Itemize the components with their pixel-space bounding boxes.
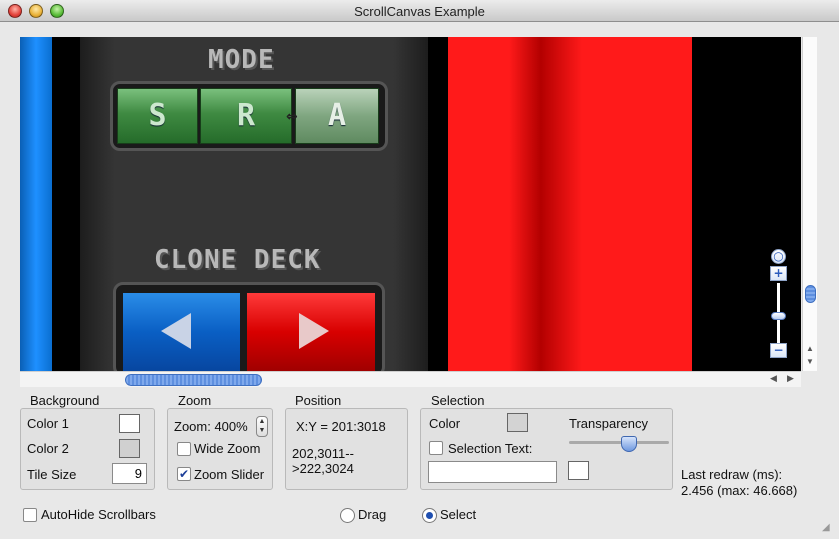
- blue-strip: [20, 37, 52, 371]
- selection-text-input[interactable]: [428, 461, 557, 483]
- position-range-line1: 202,3011--: [292, 446, 354, 461]
- zoom-stepper[interactable]: ▲ ▼: [256, 416, 268, 437]
- position-range-line2: >222,3024: [292, 461, 354, 476]
- transparency-slider-track[interactable]: [569, 441, 669, 444]
- resize-cursor-icon: ⇔: [286, 109, 298, 125]
- zoom-slider-label: Zoom Slider: [194, 467, 265, 482]
- tile-size-label: Tile Size: [27, 467, 77, 482]
- clone-left-button[interactable]: [123, 293, 240, 371]
- tile-size-input[interactable]: [112, 463, 147, 484]
- color1-swatch[interactable]: [119, 414, 140, 433]
- red-panel: [448, 37, 692, 371]
- autohide-scrollbars-label: AutoHide Scrollbars: [41, 507, 156, 522]
- last-redraw-label: Last redraw (ms):: [681, 467, 783, 482]
- clone-right-button[interactable]: [247, 293, 375, 371]
- wide-zoom-checkbox[interactable]: [177, 442, 191, 456]
- arrow-right-icon: [299, 313, 329, 349]
- color2-swatch[interactable]: [119, 439, 140, 458]
- autohide-scrollbars-checkbox[interactable]: [23, 508, 37, 522]
- scroll-canvas[interactable]: MODE S R A ⇔ CLONE DECK ○ + −: [20, 37, 801, 371]
- selection-text-checkbox[interactable]: [429, 441, 443, 455]
- selection-color-label: Color: [429, 416, 461, 431]
- drag-label: Drag: [358, 507, 387, 522]
- selection-text-label: Selection Text:: [448, 441, 533, 456]
- scroll-left-arrow-icon[interactable]: ◀: [770, 373, 777, 384]
- vertical-scrollbar[interactable]: ▲ ▼: [802, 37, 817, 371]
- scroll-right-arrow-icon[interactable]: ▶: [787, 373, 794, 384]
- clone-deck-label: CLONE DECK: [154, 245, 321, 275]
- horizontal-scrollbar[interactable]: ◀ ▶: [20, 371, 801, 387]
- position-group-title: Position: [295, 393, 342, 408]
- mode-a-button[interactable]: A: [295, 88, 379, 144]
- selection-group-title: Selection: [431, 393, 485, 408]
- zoom-group-title: Zoom: [178, 393, 212, 408]
- horizontal-scroll-thumb[interactable]: [125, 374, 262, 386]
- color2-label: Color 2: [27, 441, 69, 456]
- arrow-left-icon: [161, 313, 191, 349]
- wide-zoom-label: Wide Zoom: [194, 441, 261, 456]
- zoom-out-button[interactable]: −: [770, 343, 787, 358]
- background-group-title: Background: [30, 393, 100, 408]
- zoom-slider-knob[interactable]: [771, 312, 786, 320]
- mode-r-button[interactable]: R: [200, 88, 292, 144]
- transparency-slider-knob[interactable]: [621, 436, 637, 452]
- color1-label: Color 1: [27, 416, 69, 431]
- scroll-down-arrow-icon[interactable]: ▼: [806, 357, 814, 366]
- position-xy: X:Y = 201:3018: [296, 419, 386, 434]
- select-radio[interactable]: [422, 508, 437, 523]
- selection-text-color-swatch[interactable]: [568, 461, 589, 480]
- drag-radio[interactable]: [340, 508, 355, 523]
- vertical-scroll-thumb[interactable]: [805, 285, 816, 303]
- mode-label: MODE: [208, 45, 275, 75]
- scroll-up-arrow-icon[interactable]: ▲: [806, 344, 814, 353]
- transparency-label: Transparency: [569, 416, 648, 431]
- select-label: Select: [440, 507, 477, 522]
- zoom-reset-button[interactable]: ○: [771, 249, 786, 264]
- last-redraw-value: 2.456 (max: 46.668): [681, 483, 798, 498]
- selection-color-swatch[interactable]: [507, 413, 528, 432]
- resize-grip-icon[interactable]: ◢: [822, 522, 830, 533]
- zoom-in-button[interactable]: +: [770, 266, 787, 281]
- zoom-level-text: Zoom: 400%: [174, 419, 248, 434]
- zoom-slider-checkbox[interactable]: ✔: [177, 467, 191, 481]
- mode-s-button[interactable]: S: [117, 88, 198, 144]
- window-title: ScrollCanvas Example: [354, 4, 485, 19]
